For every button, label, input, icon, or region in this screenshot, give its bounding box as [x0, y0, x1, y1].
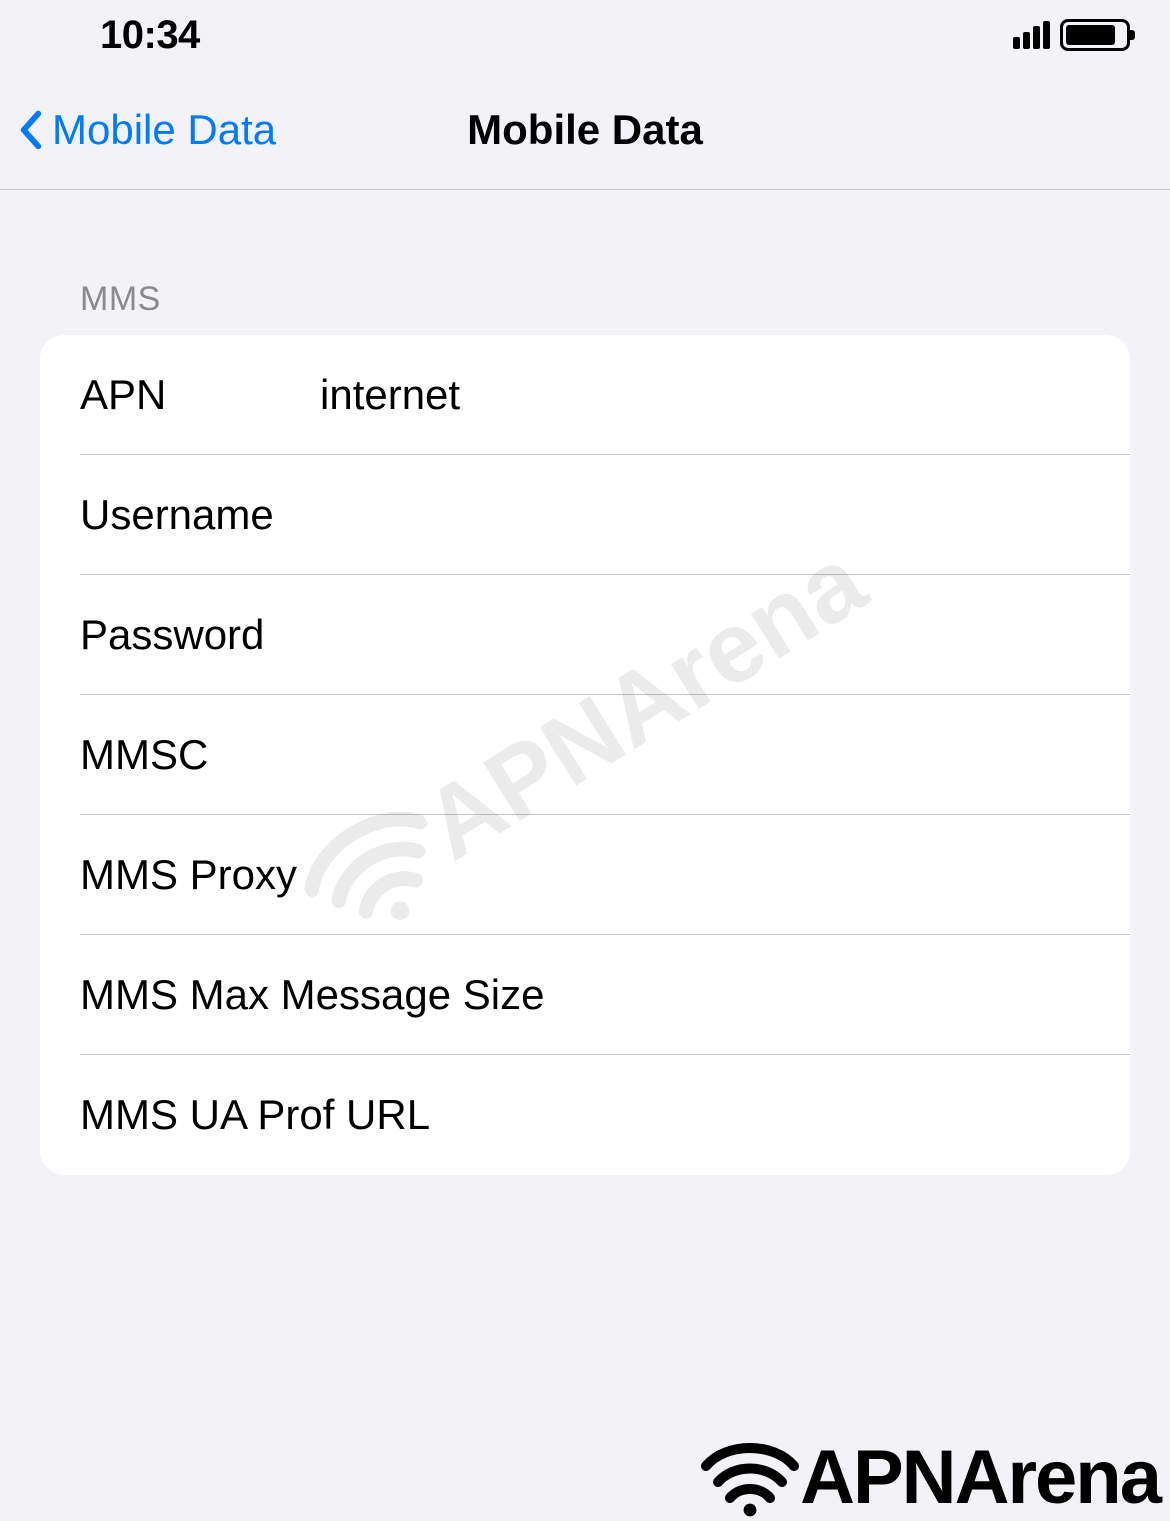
footer-brand: APNArena [700, 1434, 1160, 1521]
mms-max-size-input[interactable] [544, 971, 1090, 1019]
password-input[interactable] [320, 611, 1090, 659]
mmsc-input[interactable] [320, 731, 1090, 779]
row-mmsc[interactable]: MMSC [40, 695, 1130, 815]
battery-icon [1060, 19, 1130, 51]
row-label: MMS Proxy [80, 851, 297, 899]
mms-proxy-input[interactable] [297, 851, 1090, 899]
row-label: Password [80, 611, 320, 659]
settings-group-mms: APN Username Password MMSC MMS Proxy MMS… [40, 335, 1130, 1175]
row-apn[interactable]: APN [40, 335, 1130, 455]
status-indicators [1013, 19, 1130, 51]
navigation-bar: Mobile Data Mobile Data [0, 70, 1170, 190]
status-time: 10:34 [100, 13, 200, 58]
username-input[interactable] [320, 491, 1090, 539]
back-button[interactable]: Mobile Data [20, 106, 276, 154]
row-label: APN [80, 371, 320, 419]
footer-brand-text: APNArena [800, 1434, 1160, 1521]
wifi-icon [700, 1438, 800, 1518]
chevron-left-icon [20, 110, 42, 150]
row-label: MMS Max Message Size [80, 971, 544, 1019]
cellular-signal-icon [1013, 21, 1050, 49]
apn-input[interactable] [320, 371, 1090, 419]
section-header-mms: MMS [0, 190, 1170, 335]
row-mms-proxy[interactable]: MMS Proxy [40, 815, 1130, 935]
back-label: Mobile Data [52, 106, 276, 154]
row-mms-max-message-size[interactable]: MMS Max Message Size [40, 935, 1130, 1055]
row-password[interactable]: Password [40, 575, 1130, 695]
row-label: MMS UA Prof URL [80, 1091, 430, 1139]
row-mms-ua-prof-url[interactable]: MMS UA Prof URL [40, 1055, 1130, 1175]
status-bar: 10:34 [0, 0, 1170, 70]
row-username[interactable]: Username [40, 455, 1130, 575]
row-label: MMSC [80, 731, 320, 779]
mms-ua-prof-url-input[interactable] [430, 1091, 1090, 1139]
page-title: Mobile Data [467, 106, 703, 154]
row-label: Username [80, 491, 320, 539]
